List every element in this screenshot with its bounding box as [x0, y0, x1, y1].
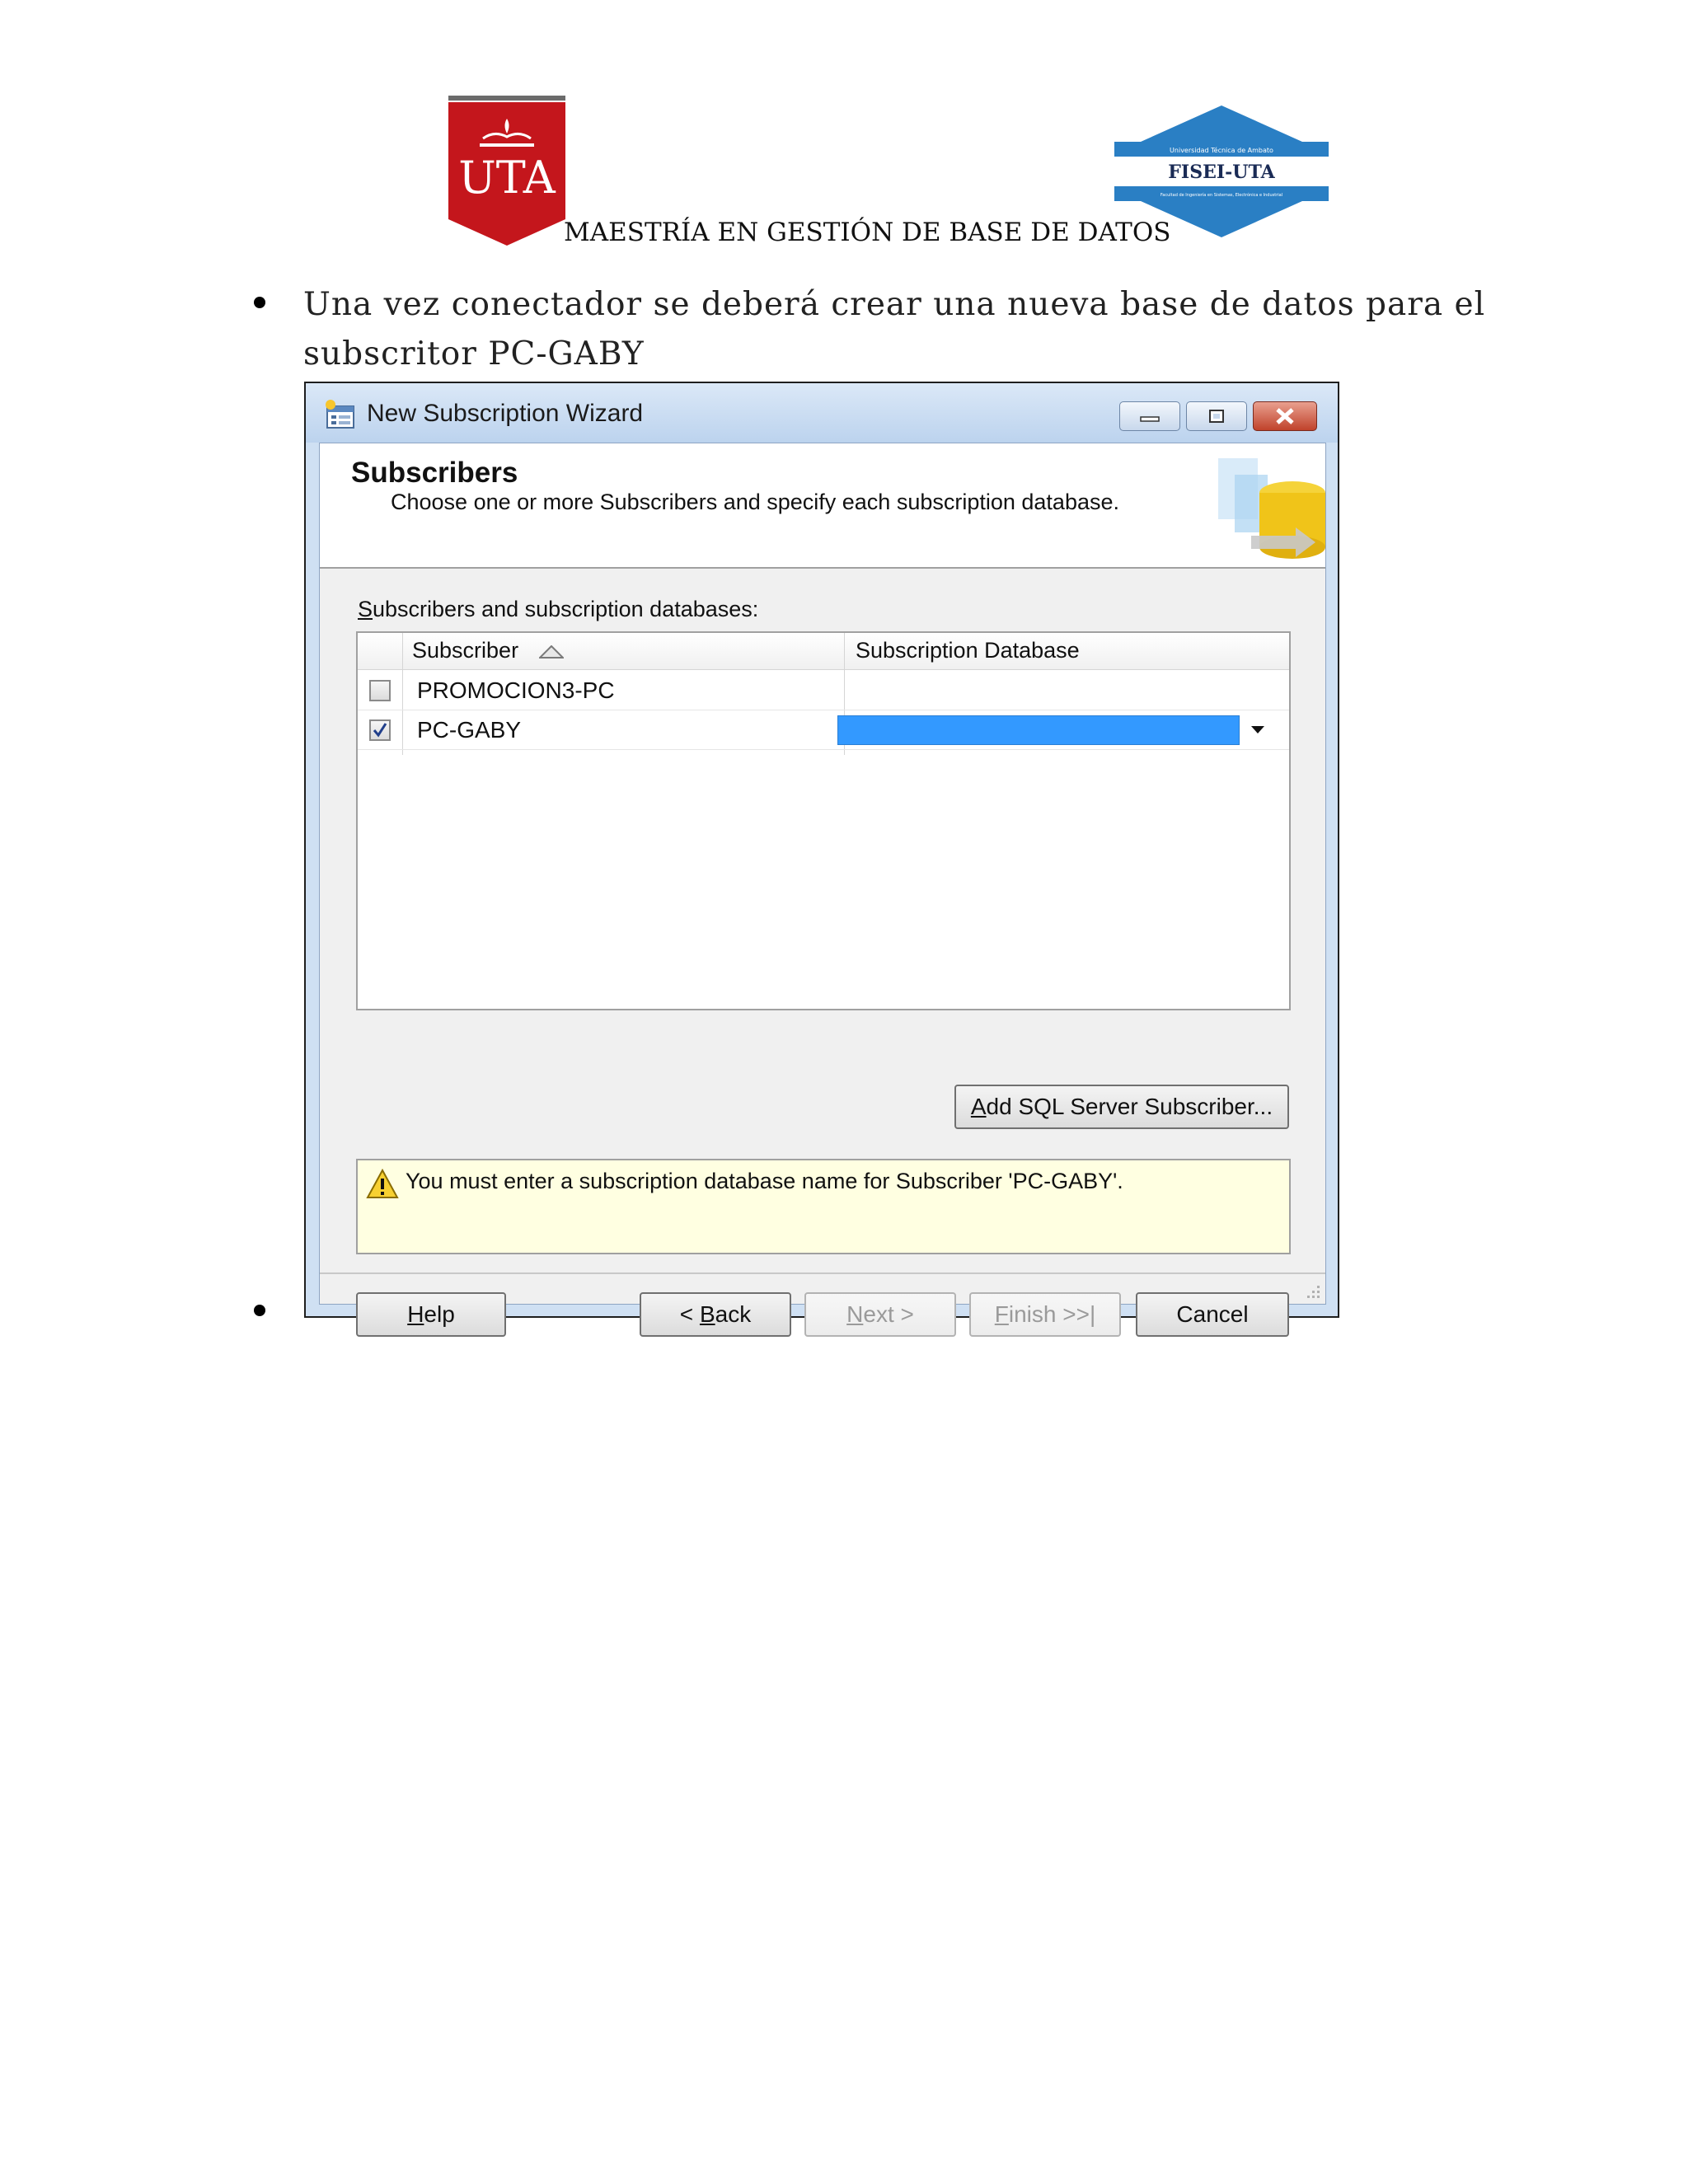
- restore-icon: [1209, 410, 1224, 423]
- column-header-subscription-database[interactable]: Subscription Database: [856, 638, 1080, 663]
- table-row[interactable]: PC-GABY: [358, 710, 1289, 750]
- subscribers-list-label: Subscribers and subscription databases:: [358, 597, 759, 621]
- finish-button[interactable]: Finish >>|: [969, 1292, 1121, 1337]
- subscription-database-combo[interactable]: [837, 715, 1240, 745]
- svg-text:FISEI-UTA: FISEI-UTA: [1168, 162, 1275, 183]
- resize-grip-icon[interactable]: [1304, 1282, 1322, 1301]
- add-sql-server-subscriber-button[interactable]: Add SQL Server Subscriber...: [954, 1085, 1289, 1129]
- minimize-button[interactable]: [1119, 401, 1180, 431]
- column-header-subscriber[interactable]: Subscriber: [412, 638, 518, 663]
- table-row[interactable]: PROMOCION3-PC: [358, 671, 1289, 710]
- sort-ascending-icon: [539, 645, 564, 658]
- page-subtitle: Choose one or more Subscribers and speci…: [391, 490, 1119, 514]
- next-button[interactable]: Next >: [804, 1292, 956, 1337]
- page-title: Subscribers: [351, 457, 518, 489]
- footer-divider: [320, 1272, 1325, 1274]
- close-button[interactable]: [1253, 401, 1317, 431]
- validation-message-text: You must enter a subscription database n…: [406, 1169, 1123, 1193]
- title-bar[interactable]: New Subscription Wizard: [306, 383, 1338, 443]
- dropdown-arrow-icon[interactable]: [1250, 724, 1266, 735]
- document-header-title: MAESTRÍA EN GESTIÓN DE BASE DE DATOS: [564, 218, 1171, 247]
- database-graphic-icon: [1218, 458, 1325, 559]
- minimize-icon: [1140, 416, 1160, 422]
- subscriber-name: PROMOCION3-PC: [417, 677, 615, 703]
- svg-text:UTA: UTA: [458, 152, 556, 204]
- bullet-text: Una vez conectador se deberá crear una n…: [303, 286, 1486, 373]
- back-button[interactable]: < Back: [640, 1292, 791, 1337]
- wizard-window: New Subscription Wizard Subscribers Choo…: [304, 382, 1339, 1337]
- grid-header: Subscriber Subscription Database: [358, 633, 1289, 670]
- help-button[interactable]: Help: [356, 1292, 506, 1337]
- subscriber-name: PC-GABY: [417, 717, 522, 743]
- bullet-point: [254, 297, 265, 308]
- close-icon: [1276, 408, 1294, 424]
- validation-message: You must enter a subscription database n…: [356, 1159, 1291, 1254]
- subscribers-grid: Subscriber Subscription Database PROMOCI…: [356, 631, 1291, 1010]
- svg-text:Universidad Técnica de Ambato: Universidad Técnica de Ambato: [1170, 146, 1273, 154]
- wizard-app-icon: [326, 400, 354, 429]
- checkmark-icon: [373, 723, 387, 738]
- window-title: New Subscription Wizard: [367, 400, 644, 427]
- bullet-point: [254, 1305, 265, 1316]
- row-checkbox[interactable]: [369, 680, 391, 701]
- wizard-banner: Subscribers Choose one or more Subscribe…: [320, 443, 1325, 569]
- maximize-button[interactable]: [1186, 401, 1247, 431]
- uta-logo: UTA: [448, 96, 565, 246]
- wizard-client-area: Subscribers Choose one or more Subscribe…: [319, 443, 1326, 1337]
- warning-icon: [366, 1169, 399, 1198]
- cancel-button[interactable]: Cancel: [1136, 1292, 1289, 1337]
- row-checkbox[interactable]: [369, 719, 391, 741]
- svg-text:Facultad de Ingeniería en Sist: Facultad de Ingeniería en Sistemas, Elec…: [1160, 192, 1282, 198]
